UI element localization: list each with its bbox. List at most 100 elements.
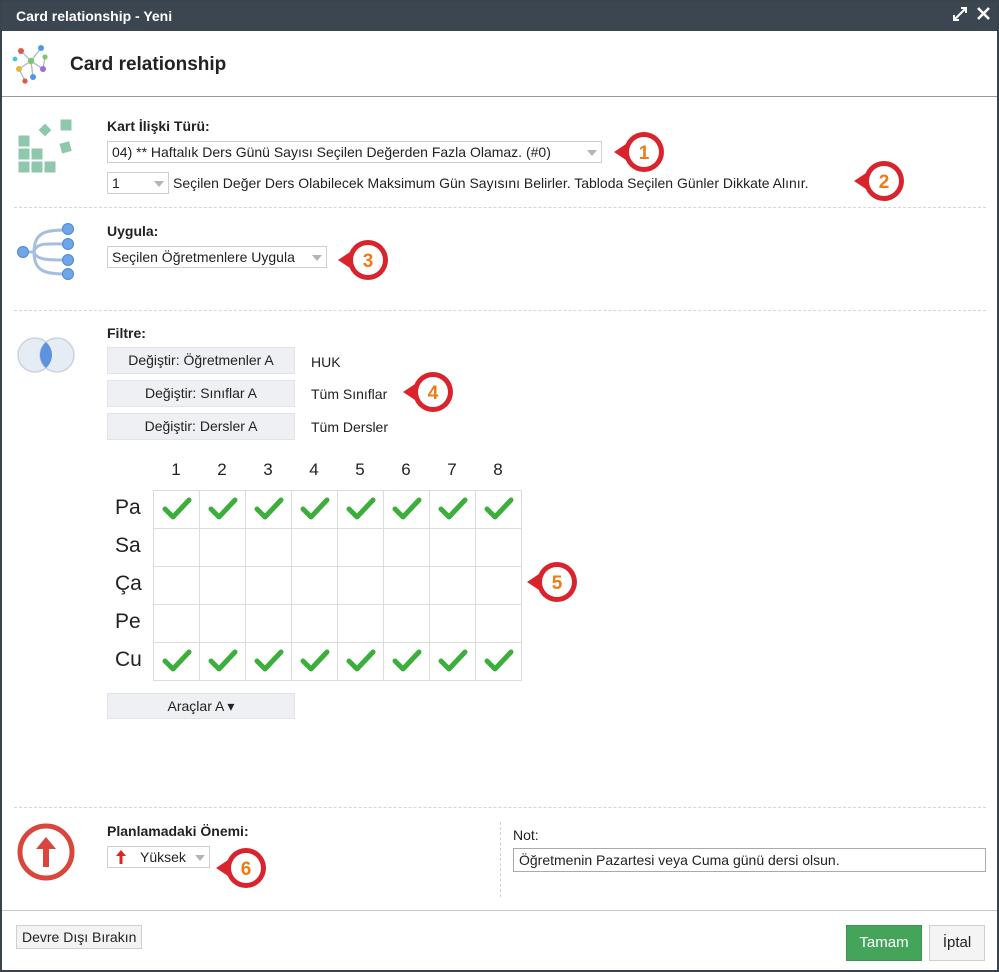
note-label: Not:	[513, 827, 539, 843]
ok-button[interactable]: Tamam	[846, 925, 922, 961]
change-classes-button[interactable]: Değiştir: Sınıflar A	[107, 380, 295, 407]
grid-cell[interactable]	[337, 528, 384, 567]
grid-column-header[interactable]: 6	[383, 460, 429, 480]
grid-cell[interactable]	[199, 490, 246, 529]
apply-label: Uygula:	[107, 223, 159, 239]
note-input[interactable]	[513, 848, 986, 872]
check-icon	[300, 497, 329, 520]
grid-cell[interactable]	[245, 566, 292, 605]
grid-row-header[interactable]: Pe	[115, 610, 141, 634]
grid-column-header[interactable]: 7	[429, 460, 475, 480]
grid-cell[interactable]	[291, 566, 338, 605]
grid-column-header[interactable]: 1	[153, 460, 199, 480]
grid-row-header[interactable]: Ça	[115, 572, 142, 596]
chevron-down-icon	[312, 255, 322, 261]
relation-type-select[interactable]: 04) ** Haftalık Ders Günü Sayısı Seçilen…	[107, 141, 602, 163]
grid-cell[interactable]	[245, 528, 292, 567]
check-icon	[438, 497, 467, 520]
dialog-window: Card relationship - Yeni Card relationsh…	[0, 0, 999, 972]
importance-select[interactable]: Yüksek	[107, 846, 210, 868]
blocks-icon	[16, 117, 78, 178]
change-lessons-button[interactable]: Değiştir: Dersler A	[107, 413, 295, 440]
badge-number: 1	[639, 143, 650, 164]
grid-cell[interactable]	[153, 490, 200, 529]
annotation-badge: 4	[401, 368, 453, 412]
grid-cell[interactable]	[383, 604, 430, 643]
grid-cell[interactable]	[337, 642, 384, 681]
grid-column-header[interactable]: 8	[475, 460, 521, 480]
grid-cell[interactable]	[383, 490, 430, 529]
grid-cell[interactable]	[199, 566, 246, 605]
grid-column-header[interactable]: 3	[245, 460, 291, 480]
section-divider	[14, 310, 986, 311]
grid-row	[153, 604, 522, 643]
arrow-up-icon	[116, 850, 126, 867]
grid-cell[interactable]	[199, 528, 246, 567]
grid-cell[interactable]	[245, 642, 292, 681]
grid-cell[interactable]	[475, 604, 522, 643]
grid-cell[interactable]	[337, 490, 384, 529]
grid-cell[interactable]	[429, 642, 476, 681]
grid-cell[interactable]	[291, 528, 338, 567]
grid-cell[interactable]	[199, 604, 246, 643]
grid-column-header[interactable]: 2	[199, 460, 245, 480]
relation-type-label: Kart İlişki Türü:	[107, 118, 210, 134]
grid-cell[interactable]	[429, 490, 476, 529]
grid-row	[153, 566, 522, 605]
grid-cell[interactable]	[337, 566, 384, 605]
grid-cell[interactable]	[153, 604, 200, 643]
tools-button[interactable]: Araçlar A ▾	[107, 693, 295, 719]
annotation-badge: 2	[852, 157, 904, 201]
grid-cell[interactable]	[337, 604, 384, 643]
grid-cell[interactable]	[245, 604, 292, 643]
grid-column-header[interactable]: 5	[337, 460, 383, 480]
badge-number: 4	[428, 383, 439, 404]
grid-cell[interactable]	[291, 604, 338, 643]
grid-cell[interactable]	[153, 566, 200, 605]
grid-cell[interactable]	[199, 642, 246, 681]
title-bar[interactable]: Card relationship - Yeni	[2, 2, 997, 31]
grid-cell[interactable]	[383, 642, 430, 681]
check-icon	[208, 649, 237, 672]
grid-row-header[interactable]: Pa	[115, 496, 141, 520]
grid-cell[interactable]	[475, 528, 522, 567]
check-icon	[346, 649, 375, 672]
classes-filter-value: Tüm Sınıflar	[311, 386, 388, 402]
importance-value: Yüksek	[140, 849, 186, 865]
filter-label: Filtre:	[107, 325, 146, 341]
grid-cell[interactable]	[291, 490, 338, 529]
grid-cell[interactable]	[153, 528, 200, 567]
apply-select[interactable]: Seçilen Öğretmenlere Uygula	[107, 246, 327, 268]
annotation-badge: 1	[612, 128, 664, 172]
grid-cell[interactable]	[383, 566, 430, 605]
grid-cell[interactable]	[245, 490, 292, 529]
badge-number: 2	[879, 172, 890, 193]
grid-row	[153, 642, 522, 681]
grid-cell[interactable]	[429, 566, 476, 605]
expand-icon[interactable]	[953, 7, 967, 25]
grid-column-header[interactable]: 4	[291, 460, 337, 480]
lessons-filter-value: Tüm Dersler	[311, 419, 389, 435]
change-teachers-button[interactable]: Değiştir: Öğretmenler A	[107, 347, 295, 374]
grid-row-header[interactable]: Cu	[115, 648, 142, 672]
grid-cell[interactable]	[291, 642, 338, 681]
chevron-down-icon	[195, 855, 205, 861]
disable-button[interactable]: Devre Dışı Bırakın	[16, 925, 143, 949]
cancel-button[interactable]: İptal	[929, 925, 985, 961]
grid-cell[interactable]	[383, 528, 430, 567]
check-icon	[484, 649, 513, 672]
grid-cell[interactable]	[475, 490, 522, 529]
grid-cell[interactable]	[153, 642, 200, 681]
check-icon	[254, 649, 283, 672]
grid-row-header[interactable]: Sa	[115, 534, 141, 558]
close-icon[interactable]	[977, 7, 990, 24]
network-icon	[11, 43, 51, 88]
grid-cell[interactable]	[429, 604, 476, 643]
grid-cell[interactable]	[429, 528, 476, 567]
max-days-select[interactable]: 1	[107, 172, 169, 194]
teachers-filter-value: HUK	[311, 354, 341, 370]
max-days-description: Seçilen Değer Ders Olabilecek Maksimum G…	[173, 175, 809, 191]
grid-cell[interactable]	[475, 642, 522, 681]
grid-cell[interactable]	[475, 566, 522, 605]
check-icon	[392, 649, 421, 672]
